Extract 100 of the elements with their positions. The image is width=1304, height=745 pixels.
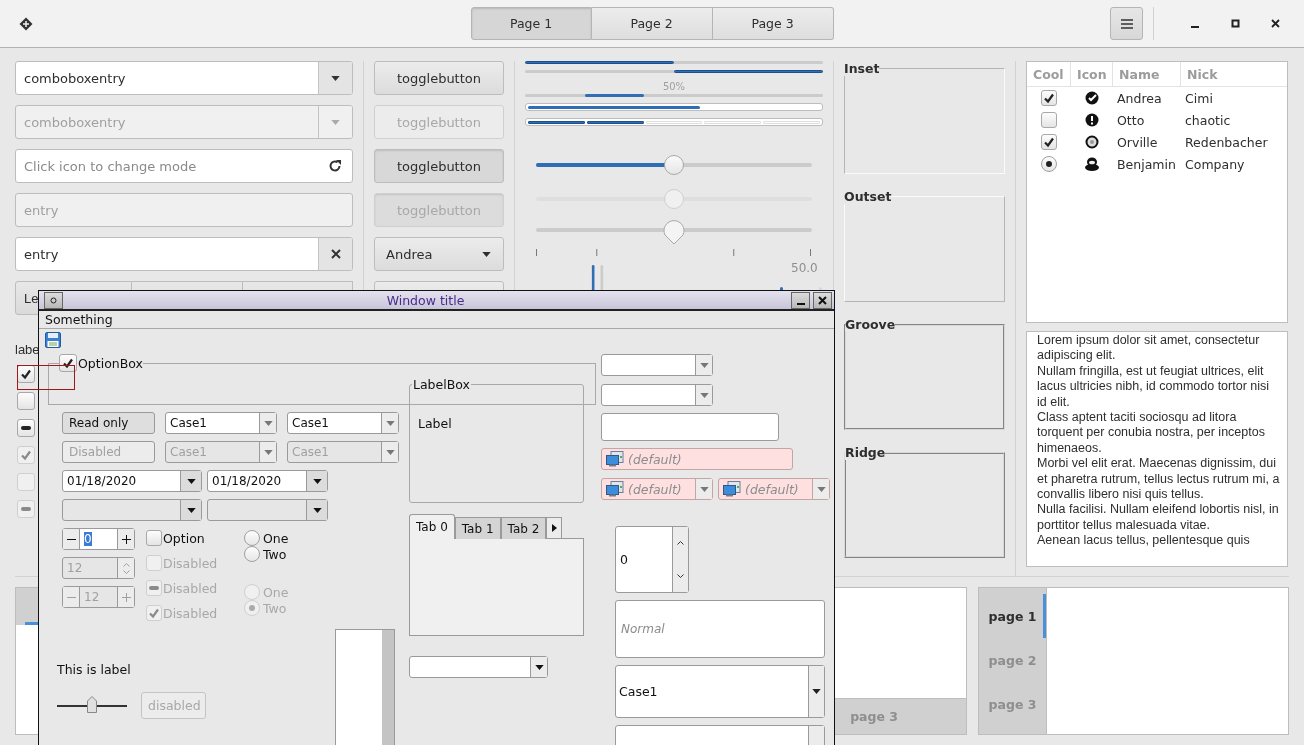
- checkbox-label: Option: [163, 530, 205, 546]
- frame-label: Groove: [845, 317, 896, 332]
- table-cell-text: Redenbacher: [1184, 134, 1269, 150]
- combo-box[interactable]: comboboxentry: [15, 61, 353, 95]
- menu-button[interactable]: [1110, 7, 1143, 40]
- paragraph: Nullam fringilla, est ut feugiat ultrices, elit lacus ultricies nibh, id commodo tortor nisi id elit.: [1037, 363, 1271, 411]
- list-box[interactable]: [335, 629, 395, 745]
- toggle-button[interactable]: togglebutton: [374, 149, 504, 183]
- spin-button[interactable]: 0: [615, 526, 689, 593]
- checkbox[interactable]: [1041, 90, 1057, 106]
- checkbox[interactable]: [17, 392, 35, 410]
- slider[interactable]: [536, 155, 812, 175]
- circle-icon: [50, 296, 57, 304]
- window-menu-button[interactable]: [44, 291, 63, 309]
- warning-icon: [1085, 113, 1099, 127]
- toggle-button[interactable]: togglebutton: [374, 61, 504, 95]
- radio-button[interactable]: [244, 530, 260, 546]
- column-header[interactable]: Nick: [1181, 62, 1287, 86]
- radio-button[interactable]: [1041, 156, 1057, 172]
- text-field[interactable]: entry: [15, 237, 353, 271]
- slider[interactable]: [57, 695, 127, 716]
- caret-icon: [534, 664, 544, 670]
- date-picker[interactable]: 01/18/2020: [207, 470, 328, 492]
- menu-item[interactable]: Something: [45, 312, 113, 328]
- slider-handle[interactable]: [663, 219, 685, 245]
- paragraph: Lorem ipsum dolor sit amet, consectetur adipiscing elit.: [1037, 333, 1261, 364]
- notebook-tab[interactable]: page 2: [979, 638, 1046, 682]
- notebook-tab[interactable]: page 3: [979, 682, 1046, 726]
- dash-icon: [149, 586, 159, 590]
- table-cell-text: Andrea: [1116, 90, 1163, 106]
- notebook-tab[interactable]: Tab 1: [454, 517, 501, 539]
- save-icon[interactable]: [45, 331, 61, 348]
- checkbox[interactable]: [1041, 134, 1057, 150]
- plus-icon[interactable]: [121, 534, 131, 544]
- slider[interactable]: [536, 218, 812, 245]
- checkbox-label: OptionBox: [78, 355, 143, 371]
- device-combo[interactable]: (default): [718, 478, 830, 500]
- placeholder-text: (default): [628, 481, 682, 497]
- text-field[interactable]: [601, 413, 779, 441]
- creature-icon: [1084, 157, 1100, 171]
- close-button[interactable]: [813, 291, 832, 309]
- caret-icon: [812, 689, 821, 694]
- checkbox[interactable]: [1041, 112, 1057, 128]
- spin-button[interactable]: 0: [62, 528, 135, 550]
- notebook-tab[interactable]: page 3: [846, 699, 902, 734]
- close-icon: [1270, 19, 1280, 28]
- checkbox[interactable]: [17, 419, 35, 437]
- combo-box[interactable]: Case1: [615, 665, 825, 718]
- progress-text: 50%: [661, 81, 687, 94]
- clear-button[interactable]: [318, 238, 352, 270]
- combo-box[interactable]: [601, 354, 713, 376]
- combo-box[interactable]: Andrea: [374, 237, 504, 271]
- placeholder-text: (default): [745, 481, 799, 497]
- frame-label: Outset: [844, 189, 892, 204]
- window-title: Window title: [385, 292, 466, 308]
- column-header[interactable]: Cool: [1027, 62, 1071, 86]
- label: Label: [418, 416, 453, 431]
- text-field[interactable]: Read only: [62, 412, 155, 434]
- computer-icon: [723, 481, 741, 497]
- checkbox[interactable]: [146, 530, 162, 546]
- date-picker[interactable]: 01/18/2020: [62, 470, 202, 492]
- caret-icon: [312, 507, 322, 513]
- column-header[interactable]: Icon: [1071, 62, 1113, 86]
- caret-icon: [482, 251, 491, 257]
- label: This is label: [57, 662, 132, 677]
- scroll-arrow-icon[interactable]: [551, 524, 557, 532]
- combo-box[interactable]: Case1: [287, 412, 399, 434]
- text-field[interactable]: Normal: [615, 600, 825, 658]
- page-tab[interactable]: Page 2: [591, 7, 713, 40]
- radio-label: Two: [263, 600, 287, 616]
- caret-icon: [385, 449, 395, 455]
- combo-box[interactable]: [601, 384, 713, 406]
- notebook-tab[interactable]: Tab 0: [409, 514, 455, 539]
- checkmark-icon: [1043, 92, 1055, 104]
- page-tab[interactable]: Page 3: [712, 7, 834, 40]
- slider[interactable]: [536, 189, 812, 209]
- checkmark-icon: [62, 357, 74, 369]
- minimize-icon: [796, 302, 805, 305]
- computer-icon: [606, 451, 624, 467]
- device-field[interactable]: (default): [601, 448, 793, 470]
- frame-label: Ridge: [845, 445, 886, 460]
- notebook-tab[interactable]: Tab 2: [500, 517, 547, 539]
- caret-icon: [186, 507, 196, 513]
- caret-icon: [699, 486, 709, 492]
- text-view[interactable]: [1026, 331, 1288, 567]
- radio-button[interactable]: [244, 546, 260, 562]
- checkbox[interactable]: [59, 354, 77, 372]
- combo-box[interactable]: [409, 656, 548, 678]
- column-header[interactable]: Name: [1113, 62, 1181, 86]
- text-field[interactable]: Click icon to change mode: [15, 149, 353, 183]
- slider-handle[interactable]: [87, 695, 97, 713]
- dash-icon: [21, 507, 31, 511]
- combo-box[interactable]: Case1: [165, 412, 277, 434]
- device-combo[interactable]: (default): [601, 478, 713, 500]
- page-tab[interactable]: Page 1: [470, 7, 592, 40]
- dropdown-button[interactable]: [318, 62, 352, 94]
- checkmark-icon: [20, 368, 32, 380]
- notebook-tab[interactable]: page 1: [979, 594, 1046, 638]
- refresh-icon[interactable]: [328, 159, 342, 173]
- minimize-button[interactable]: [791, 291, 810, 309]
